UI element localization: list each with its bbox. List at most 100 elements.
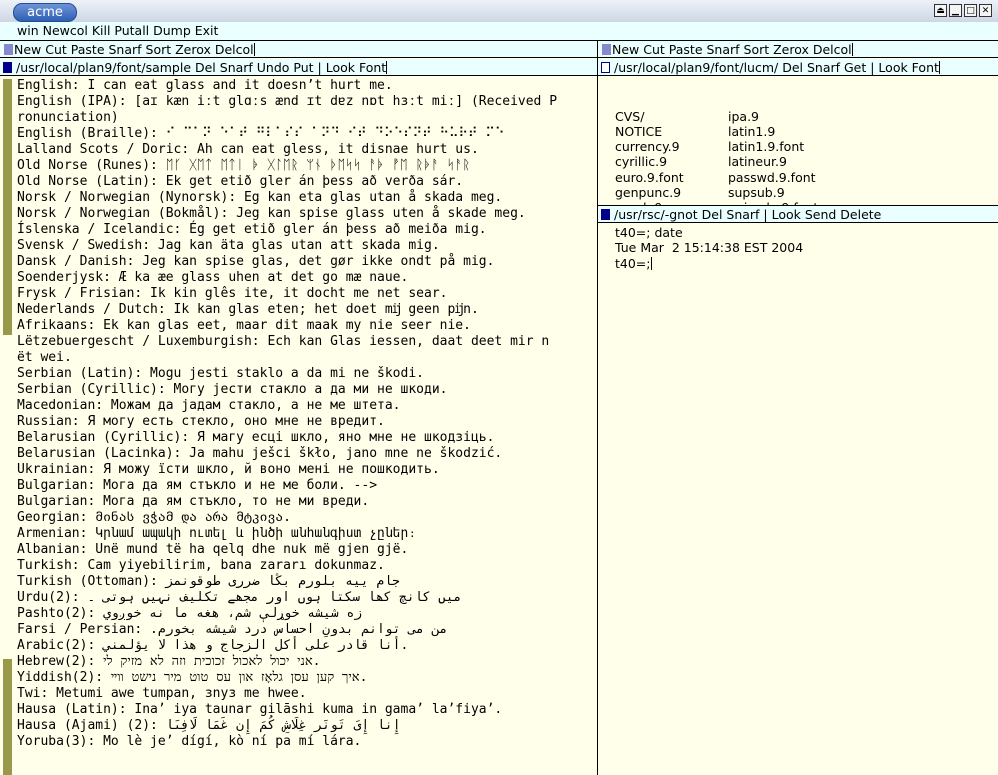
text-line[interactable]: supsub.9 — [728, 185, 908, 200]
text-line[interactable]: Norsk / Norwegian (Nynorsk): Eg kan eta … — [17, 190, 595, 206]
text-line[interactable]: Íslenska / Icelandic: Ég get etið gler á… — [17, 222, 595, 238]
text-line[interactable]: Hausa (Latin): Inaʼ iya taunar gilāshi k… — [17, 702, 595, 718]
text-cursor — [851, 43, 853, 56]
directory-window-handle[interactable] — [601, 62, 610, 73]
text-line[interactable]: Svensk / Swedish: Jag kan äta glas utan … — [17, 238, 595, 254]
text-line[interactable]: currency.9 — [615, 139, 728, 154]
text-line[interactable]: Belarusian (Lacinka): Ja mahu ješci škło… — [17, 446, 595, 462]
text-line[interactable]: Arabic(2): أنا قادر على أكل الزجاج و هذا… — [17, 638, 595, 654]
sample-scroll-thumb-upper[interactable] — [3, 79, 12, 335]
text-line[interactable]: passwd.9.font — [728, 170, 908, 185]
minimize-icon[interactable]: ▁ — [949, 4, 962, 17]
text-line[interactable]: Macedonian: Можам да јадам стакло, а не … — [17, 398, 595, 414]
right-column-handle[interactable] — [602, 44, 611, 55]
maximize-icon[interactable]: □ — [964, 4, 977, 17]
text-line[interactable]: Urdu(2): میں کانچ کھا سکتا ہوں اور مجھے … — [17, 590, 595, 606]
text-line[interactable]: Soenderjysk: Æ ka æe glass uhen at det g… — [17, 270, 595, 286]
text-line[interactable]: t40=; date — [615, 225, 996, 240]
shell-window-tag[interactable]: /usr/rsc/-gnot Del Snarf | Look Send Del… — [598, 206, 998, 223]
app-name-pill[interactable]: acme — [13, 3, 77, 22]
text-line[interactable]: Armenian: Կրնամ ապակի ուտել և ինծի անհան… — [17, 526, 595, 542]
text-line[interactable]: cyrillic.9 — [615, 154, 728, 169]
text-line[interactable]: Pashto(2): زه شيشه خوړلې شم، هغه ما نه خ… — [17, 606, 595, 622]
shell-window-handle[interactable] — [601, 209, 610, 220]
text-cursor — [650, 256, 652, 270]
acme-main: win Newcol Kill Putall Dump Exit New Cut… — [0, 22, 998, 775]
shell-window-scrollbar[interactable] — [598, 224, 611, 775]
sample-window-body[interactable]: English: I can eat glass and it doesn’t … — [17, 78, 595, 775]
sample-window-scrollbar[interactable] — [0, 77, 13, 775]
text-line[interactable]: Hebrew(2): אני יכול לאכול זכוכית וזה לא … — [17, 654, 595, 670]
text-line[interactable]: Old Norse (Runes): ᛖᚴ ᚷᛖᛏ ᛖᛏᛁ ᚧ ᚷᛚᛖᚱ ᛘᚾ … — [17, 158, 595, 174]
text-line[interactable]: Lëtzebuergescht / Luxemburgish: Ech kan … — [17, 334, 595, 350]
directory-window: /usr/local/plan9/font/lucm/ Del Snarf Ge… — [598, 59, 998, 205]
text-line[interactable]: Yoruba(3): Mo lè jeʼ dígí, kò ní pa mí l… — [17, 734, 595, 750]
text-line[interactable]: English (IPA): [aɪ kæn iːt glɑːs ænd ɪt … — [17, 94, 595, 110]
close-icon[interactable]: ✕ — [979, 4, 992, 17]
text-line[interactable]: English (Braille): ⠊ ⠉⠁⠝ ⠑⠁⠞ ⠛⠇⠁⠎⠎ ⠁⠝⠙ ⠊… — [17, 126, 595, 142]
text-line[interactable]: Afrikaans: Ek kan glas eet, maar dit maa… — [17, 318, 595, 334]
text-line[interactable]: Serbian (Latin): Mogu jesti staklo a da … — [17, 366, 595, 382]
text-line[interactable]: Nederlands / Dutch: Ik kan glas eten; he… — [17, 302, 595, 318]
directory-grid: CVS/NOTICE currency.9 cyrillic.9 euro.9.fon… — [615, 109, 996, 205]
text-line[interactable]: ët wei. — [17, 350, 595, 366]
directory-window-scrollbar[interactable] — [598, 77, 611, 205]
text-line[interactable]: Farsi / Persian: .من می توانم بدونِ احسا… — [17, 622, 595, 638]
right-column: New Cut Paste Snarf Sort Zerox Delcol /u… — [598, 41, 998, 775]
text-line[interactable]: latineur.9 — [728, 154, 908, 169]
text-line[interactable]: Twi: Metumi awe tumpan, ɜnyɜ me hwee. — [17, 686, 595, 702]
sample-window-tag-text[interactable]: /usr/local/plan9/font/sample Del Snarf U… — [16, 60, 386, 75]
text-line[interactable]: Ukrainian: Я можу їсти шкло, й воно мені… — [17, 462, 595, 478]
text-line[interactable]: Dansk / Danish: Jeg kan spise glas, det … — [17, 254, 595, 270]
shell-window-tag-text[interactable]: /usr/rsc/-gnot Del Snarf | Look Send Del… — [614, 207, 881, 222]
right-column-tag-text[interactable]: New Cut Paste Snarf Sort Zerox Delcol — [612, 42, 852, 57]
window-titlebar: acme ⏏ ▁ □ ✕ — [0, 0, 998, 23]
text-line[interactable]: t40=; — [615, 256, 996, 271]
text-line[interactable]: Russian: Я могу есть стекло, оно мне не … — [17, 414, 595, 430]
text-line[interactable]: Lalland Scots / Doric: Ah can eat gless,… — [17, 142, 595, 158]
text-line[interactable]: CVS/ — [615, 109, 728, 124]
text-line[interactable]: Frysk / Frisian: Ik kin glês ite, it doc… — [17, 286, 595, 302]
left-column-handle[interactable] — [4, 44, 13, 55]
text-line[interactable]: Turkish (Ottoman): جام ييه بلورم بڭا ضرر… — [17, 574, 595, 590]
text-line[interactable]: Turkish: Cam yiyebilirim, bana zararı do… — [17, 558, 595, 574]
text-cursor — [253, 43, 255, 56]
text-line[interactable]: latin1.9 — [728, 124, 908, 139]
row-tag-text[interactable]: win Newcol Kill Putall Dump Exit — [17, 23, 218, 38]
text-line[interactable]: genpunc.9 — [615, 185, 728, 200]
text-line[interactable]: Albanian: Unë mund të ha qelq dhe nuk më… — [17, 542, 595, 558]
text-line[interactable]: NOTICE — [615, 124, 728, 139]
directory-window-tag[interactable]: /usr/local/plan9/font/lucm/ Del Snarf Ge… — [598, 59, 998, 76]
sample-scroll-thumb-lower[interactable] — [3, 659, 12, 775]
text-line[interactable]: Yiddish(2): איך קען עסן גלאָז און עס טוט… — [17, 670, 595, 686]
right-column-tag[interactable]: New Cut Paste Snarf Sort Zerox Delcol — [598, 41, 998, 58]
text-line[interactable]: euro.9.font — [615, 170, 728, 185]
row-tag[interactable]: win Newcol Kill Putall Dump Exit — [0, 22, 998, 40]
text-line[interactable]: English: I can eat glass and it doesn’t … — [17, 78, 595, 94]
text-line[interactable]: Georgian: მინას ვჭამ და არა მტკივა. — [17, 510, 595, 526]
sample-window-tag[interactable]: /usr/local/plan9/font/sample Del Snarf U… — [0, 59, 597, 76]
left-column-tag-text[interactable]: New Cut Paste Snarf Sort Zerox Delcol — [14, 42, 254, 57]
eject-icon[interactable]: ⏏ — [934, 4, 947, 17]
directory-listing[interactable]: CVS/NOTICE currency.9 cyrillic.9 euro.9.fon… — [615, 78, 996, 205]
text-line[interactable]: Belarusian (Cyrillic): Я магу есці шкло,… — [17, 430, 595, 446]
text-line[interactable]: ronunciation) — [17, 110, 595, 126]
text-line[interactable]: Bulgarian: Мога да ям стъкло и не ме бол… — [17, 478, 595, 494]
shell-window-body[interactable]: t40=; date Tue Mar 2 15:14:38 EST 2004 t40… — [615, 225, 996, 775]
sample-window: /usr/local/plan9/font/sample Del Snarf U… — [0, 59, 597, 775]
text-line[interactable]: Serbian (Cyrillic): Могу јести стакло а … — [17, 382, 595, 398]
left-column-tag[interactable]: New Cut Paste Snarf Sort Zerox Delcol — [0, 41, 597, 58]
text-line[interactable]: Old Norse (Latin): Ek get etið gler án þ… — [17, 174, 595, 190]
directory-column-1: CVS/NOTICE currency.9 cyrillic.9 euro.9.fon… — [615, 109, 728, 205]
text-line[interactable]: ipa.9 — [728, 109, 908, 124]
text-line[interactable]: latin1.9.font — [728, 139, 908, 154]
text-line[interactable]: Bulgarian: Мога да ям стъкло, то не ми в… — [17, 494, 595, 510]
sample-window-handle[interactable] — [3, 62, 12, 73]
text-line[interactable]: Tue Mar 2 15:14:38 EST 2004 — [615, 240, 996, 255]
shell-window: /usr/rsc/-gnot Del Snarf | Look Send Del… — [598, 206, 998, 775]
text-line[interactable]: Norsk / Norwegian (Bokmål): Jeg kan spis… — [17, 206, 595, 222]
directory-window-tag-text[interactable]: /usr/local/plan9/font/lucm/ Del Snarf Ge… — [614, 60, 939, 75]
text-line[interactable]: Hausa (Ajami) (2): إِنا إِىَ تَونَر غِلَ… — [17, 718, 595, 734]
text-cursor — [938, 61, 940, 74]
text-cursor — [386, 61, 388, 74]
